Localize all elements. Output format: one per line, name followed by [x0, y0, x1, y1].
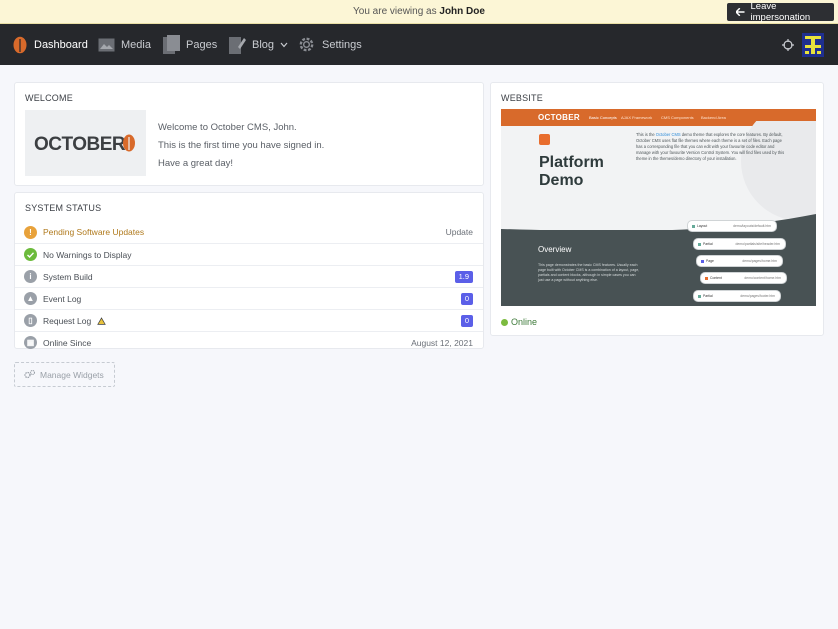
- website-status: Online: [501, 317, 537, 327]
- blog-pencil-icon: [229, 37, 246, 54]
- impersonation-prefix: You are viewing as: [353, 6, 437, 17]
- preview-para-pre: This is the: [636, 132, 655, 137]
- manage-widgets-button[interactable]: Manage Widgets: [14, 362, 115, 387]
- file-icon: ▯: [24, 314, 37, 327]
- status-row-request-log[interactable]: ▯ Request Log 0: [15, 309, 483, 331]
- preview-headline-line2: Demo: [539, 172, 584, 189]
- impersonation-text: You are viewing as John Doe: [0, 6, 838, 17]
- october-logo-icon: OCTOBER: [34, 134, 135, 154]
- alert-triangle-icon: [97, 316, 107, 325]
- arrow-left-icon: [736, 8, 745, 16]
- leave-impersonation-button[interactable]: Leave impersonation: [727, 1, 834, 23]
- october-logo: OCTOBER: [25, 110, 146, 176]
- nav-item-settings[interactable]: Settings: [297, 24, 362, 65]
- status-label: Request Log: [43, 315, 92, 326]
- event-log-badge: 0: [460, 293, 473, 305]
- impersonation-bar: You are viewing as John Doe Leave impers…: [0, 0, 838, 24]
- top-navigation: Dashboard Media Pages Blog Settings: [0, 24, 838, 65]
- preview-chip-partial: Partial demo/partials/site/header.htm: [694, 239, 785, 249]
- welcome-message: Welcome to October CMS, John. This is th…: [158, 119, 324, 173]
- system-status-title: SYSTEM STATUS: [25, 203, 102, 213]
- status-label: System Build: [43, 271, 93, 282]
- october-leaf-icon: [13, 36, 27, 53]
- gears-icon: [24, 370, 35, 379]
- nav-item-media[interactable]: Media: [98, 24, 151, 65]
- welcome-widget: WELCOME OCTOBER Welcome to October CMS, …: [14, 82, 484, 186]
- status-label: Pending Software Updates: [43, 227, 145, 237]
- preview-chip-content: Content demo/content/home.htm: [701, 273, 786, 283]
- manage-widgets-label: Manage Widgets: [40, 369, 104, 380]
- user-avatar-icon: [802, 32, 824, 57]
- chevron-down-icon: [280, 42, 288, 47]
- impersonated-user: John Doe: [439, 6, 485, 17]
- status-row-system-build[interactable]: i System Build 1.9: [15, 265, 483, 287]
- status-right: 0: [460, 288, 473, 310]
- preview-overview-title: Overview: [538, 245, 572, 254]
- check-icon: [24, 248, 37, 261]
- welcome-title: WELCOME: [25, 93, 73, 103]
- preview-headline-line1: Platform: [539, 154, 604, 171]
- preview-headline: Platform Demo: [539, 154, 604, 190]
- nav-item-pages[interactable]: Pages: [163, 24, 217, 65]
- update-link[interactable]: Update: [446, 221, 473, 243]
- system-status-list: ! Pending Software Updates Update No War…: [15, 221, 483, 353]
- online-since-date: August 12, 2021: [411, 338, 473, 348]
- status-row-online-since: ▦ Online Since August 12, 2021: [15, 331, 483, 353]
- nav-item-dashboard[interactable]: Dashboard: [12, 24, 88, 65]
- user-avatar-button[interactable]: [802, 24, 824, 65]
- status-row-no-warnings: No Warnings to Display: [15, 243, 483, 265]
- website-title: WEBSITE: [501, 93, 543, 103]
- preview-chip-page: Page demo/pages/home.htm: [697, 256, 782, 266]
- website-widget: WEBSITE OCTOBER Basic Concepts AJAX Fram…: [490, 82, 824, 336]
- status-right: 1.9: [454, 266, 473, 288]
- nav-item-blog[interactable]: Blog: [229, 24, 288, 65]
- status-right: 0: [460, 310, 473, 332]
- preview-nav-item: Basic Concepts: [589, 115, 617, 120]
- status-label: Online Since: [43, 337, 92, 348]
- welcome-line-great-day: Have a great day!: [158, 158, 233, 169]
- status-label: No Warnings to Display: [43, 249, 132, 260]
- request-log-badge: 0: [460, 315, 473, 327]
- nav-label-media: Media: [121, 38, 151, 51]
- preview-nav-item: CMS Components: [661, 115, 694, 120]
- preview-chip-layout: Layout demo/layouts/default.htm: [688, 221, 776, 231]
- system-status-widget: SYSTEM STATUS ! Pending Software Updates…: [14, 192, 484, 349]
- nav-label-blog: Blog: [252, 38, 275, 51]
- welcome-line-first-signin: This is the first time you have signed i…: [158, 140, 325, 151]
- pages-icon: [163, 35, 180, 54]
- status-row-pending-updates[interactable]: ! Pending Software Updates Update: [15, 221, 483, 243]
- status-label: Event Log: [43, 293, 82, 304]
- crosshair-icon: [782, 38, 794, 51]
- calendar-icon: ▦: [24, 336, 37, 349]
- nav-label-dashboard: Dashboard: [34, 38, 88, 51]
- welcome-line-greeting: Welcome to October CMS, John.: [158, 122, 297, 133]
- website-preview[interactable]: OCTOBER Basic Concepts AJAX Framework CM…: [501, 109, 816, 306]
- image-icon: [98, 38, 115, 51]
- gear-icon: [299, 37, 314, 52]
- preview-chip-partial-footer: Partial demo/pages/footer.htm: [694, 291, 780, 301]
- preview-paragraph: This is the October CMS demo theme that …: [636, 132, 786, 162]
- nav-label-pages: Pages: [186, 38, 218, 51]
- warning-icon: ▲: [24, 292, 37, 305]
- status-row-event-log[interactable]: ▲ Event Log 0: [15, 287, 483, 309]
- preview-site-button[interactable]: [782, 24, 794, 65]
- preview-logo: OCTOBER: [538, 113, 580, 122]
- exclamation-icon: !: [24, 225, 37, 239]
- nav-label-settings: Settings: [322, 38, 362, 51]
- leave-impersonation-label: Leave impersonation: [750, 1, 811, 23]
- website-status-label: Online: [511, 317, 538, 327]
- preview-para-link: October CMS: [655, 132, 681, 137]
- online-dot-icon: [501, 318, 508, 326]
- preview-overview-text: This page demonstrates the basic CMS fea…: [538, 263, 640, 282]
- build-badge: 1.9: [454, 271, 473, 283]
- info-icon: i: [24, 270, 37, 283]
- preview-nav-item: Backend Area: [701, 115, 726, 120]
- preview-nav-item: AJAX Framework: [621, 115, 653, 120]
- svg-text:OCTOBER: OCTOBER: [34, 134, 126, 154]
- lightbulb-icon: [539, 134, 550, 145]
